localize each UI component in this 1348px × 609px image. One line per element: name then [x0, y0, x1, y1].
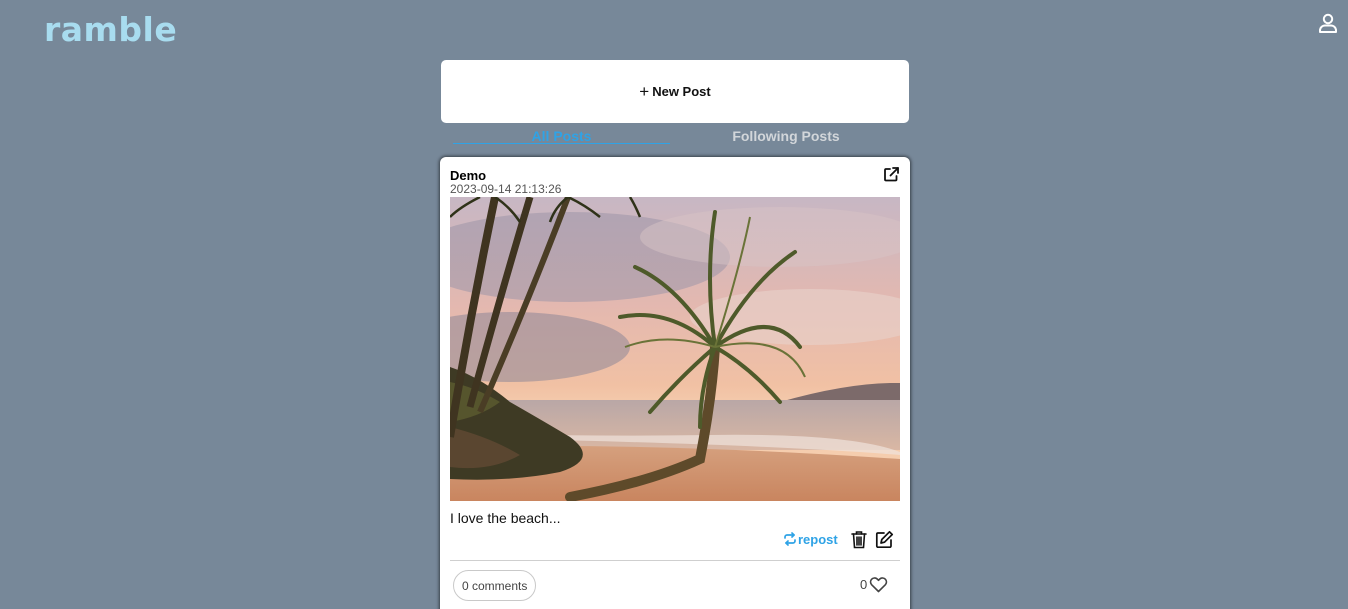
- trash-icon[interactable]: [850, 530, 868, 549]
- repost-label: repost: [798, 531, 838, 547]
- comments-button[interactable]: 0 comments: [453, 570, 537, 601]
- new-post-label: New Post: [652, 84, 711, 99]
- post-card: Demo 2023-09-14 21:13:26 I love the beac…: [440, 157, 910, 609]
- repost-icon: [784, 532, 796, 546]
- ramble-logo[interactable]: ramble: [44, 10, 177, 49]
- repost-button[interactable]: repost: [783, 532, 838, 547]
- post-actions: repost: [783, 528, 894, 550]
- tab-all-posts[interactable]: All Posts: [453, 124, 670, 144]
- likes-count: 0: [860, 577, 868, 592]
- post-divider: [450, 560, 900, 561]
- tab-following-posts[interactable]: Following Posts: [678, 124, 894, 144]
- edit-icon[interactable]: [875, 530, 894, 549]
- new-post-button[interactable]: + New Post: [441, 60, 909, 123]
- plus-icon: +: [639, 82, 650, 101]
- feed-tabs: All Posts Following Posts: [453, 124, 900, 146]
- likes: 0: [860, 576, 888, 593]
- user-icon[interactable]: [1316, 11, 1340, 35]
- post-caption: I love the beach...: [450, 510, 561, 526]
- external-link-icon[interactable]: [883, 166, 900, 183]
- heart-icon[interactable]: [869, 576, 888, 593]
- post-image: [450, 197, 900, 501]
- post-timestamp: 2023-09-14 21:13:26: [450, 182, 562, 196]
- post-author[interactable]: Demo: [450, 168, 486, 183]
